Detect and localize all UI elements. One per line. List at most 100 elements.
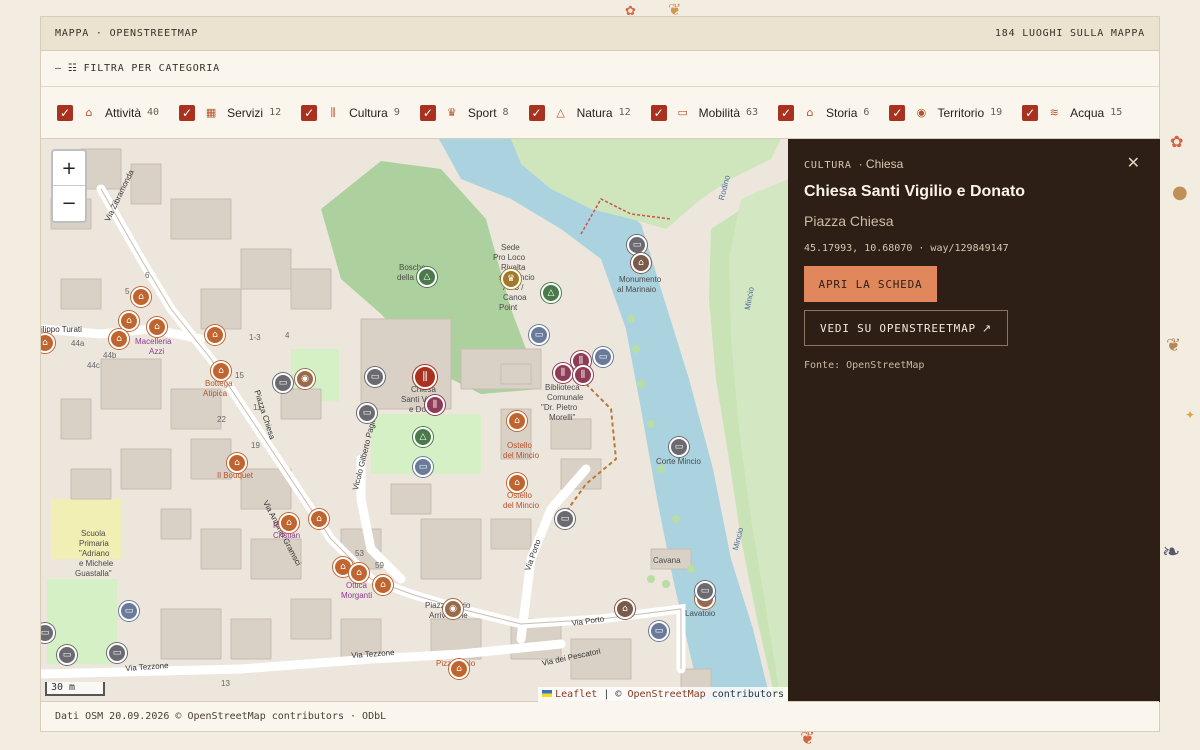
tree-icon: △ (556, 106, 565, 119)
map-marker[interactable]: △ (541, 283, 561, 303)
leaflet-link[interactable]: Leaflet (555, 689, 597, 700)
map-marker[interactable]: ⌂ (507, 411, 527, 431)
map-marker[interactable]: ▭ (273, 373, 293, 393)
category-filter-7[interactable]: ✓ ◉ Territorio 19 (889, 104, 1003, 121)
map-marker[interactable]: ⫼ (553, 363, 573, 383)
checkbox[interactable]: ✓ (179, 104, 196, 121)
checkbox[interactable]: ✓ (1022, 104, 1039, 121)
category-label: CULTURA (804, 160, 852, 171)
map-marker[interactable]: ♛ (501, 269, 521, 289)
map-marker[interactable]: ⌂ (205, 325, 225, 345)
place-label: Sede (501, 243, 520, 252)
view-osm-button[interactable]: VEDI SU OPENSTREETMAP ↗ (804, 310, 1008, 346)
checkbox[interactable]: ✓ (528, 104, 545, 121)
category-count: 6 (863, 107, 870, 118)
map-marker[interactable]: ⫼ (573, 365, 593, 385)
map-marker[interactable]: ◉ (443, 599, 463, 619)
leaf-decoration: ❦ (1166, 335, 1182, 356)
map-marker[interactable]: ⌂ (131, 287, 151, 307)
map-marker[interactable]: ⌂ (373, 575, 393, 595)
map-marker[interactable]: ▭ (107, 643, 127, 663)
category-label: Natura (576, 105, 613, 120)
place-label: Morelli" (549, 413, 576, 422)
map-marker[interactable]: ▭ (119, 601, 139, 621)
map-marker[interactable]: ▭ (649, 621, 669, 641)
place-label: Biblioteca (545, 383, 580, 392)
map-marker[interactable]: ⌂ (279, 513, 299, 533)
map-tiles (41, 139, 788, 702)
checkbox[interactable]: ✓ (57, 104, 73, 121)
place-label: Azzi (149, 347, 165, 356)
place-coordinates: 45.17993, 10.68070 · way/129849147 (804, 243, 1009, 254)
map-marker[interactable]: ⌂ (211, 361, 231, 381)
category-filter-2[interactable]: ✓ ⫼ Cultura 9 (301, 104, 400, 121)
map-marker[interactable]: ⌂ (147, 317, 167, 337)
category-label: Acqua (1070, 105, 1105, 120)
map-marker[interactable]: ▭ (413, 457, 433, 477)
external-link-icon: ↗ (981, 321, 992, 335)
map-marker[interactable]: ⌂ (615, 599, 635, 619)
place-label: Monumento (619, 275, 662, 284)
place-label: e Michele (79, 559, 114, 568)
footer: Dati OSM 20.09.2026 © OpenStreetMap cont… (41, 701, 1159, 731)
category-label: Territorio (937, 105, 985, 120)
map-marker[interactable]: △ (417, 267, 437, 287)
category-filter-8[interactable]: ✓ ≋ Acqua 15 (1022, 104, 1122, 121)
zoom-out-button[interactable]: − (53, 186, 85, 221)
place-label: Pro Loco (493, 253, 526, 262)
osm-link[interactable]: OpenStreetMap (627, 689, 705, 700)
books-icon: ⫼ (330, 105, 336, 119)
category-filter-0[interactable]: ✓ ⌂ Attività 40 (57, 104, 159, 121)
category-count: 63 (746, 107, 759, 118)
map-marker[interactable]: ⌂ (109, 329, 129, 349)
category-filter-4[interactable]: ✓ △ Natura 12 (528, 104, 631, 121)
place-label: Canoa (503, 293, 527, 302)
checkbox[interactable]: ✓ (650, 104, 667, 121)
leaf-decoration: ❧ (1162, 540, 1181, 565)
map-marker[interactable]: ◉ (295, 369, 315, 389)
attrib-sep: | (603, 689, 610, 700)
house-number: 19 (251, 441, 260, 450)
map-marker[interactable]: ▭ (57, 645, 77, 665)
map-marker[interactable]: ▭ (627, 235, 647, 255)
map-marker[interactable]: ⌂ (227, 453, 247, 473)
checkbox[interactable]: ✓ (419, 104, 436, 121)
zoom-in-button[interactable]: + (53, 151, 85, 186)
map-marker[interactable]: ▭ (695, 581, 715, 601)
map-marker[interactable]: ▭ (529, 325, 549, 345)
category-count: 19 (990, 107, 1003, 118)
house-number: 4 (285, 331, 290, 340)
map-attribution: Leaflet | © OpenStreetMap contributors (538, 687, 788, 702)
open-details-button[interactable]: APRI LA SCHEDA (804, 266, 937, 302)
map-marker[interactable]: ⌂ (119, 311, 139, 331)
category-filter-6[interactable]: ✓ ⌂ Storia 6 (778, 104, 870, 121)
map-canvas[interactable]: Via Zibramonda ilippo Turati Piazza Chiesa… (41, 139, 788, 702)
checkbox[interactable]: ✓ (889, 104, 906, 121)
category-label: Attività (105, 105, 142, 120)
map-marker[interactable]: ▭ (669, 437, 689, 457)
map-marker[interactable]: △ (413, 427, 433, 447)
map-marker[interactable]: ▭ (555, 509, 575, 529)
map-marker[interactable]: ▭ (365, 367, 385, 387)
map-marker[interactable]: ▭ (357, 403, 377, 423)
filter-toggle[interactable]: – ☷ FILTRA PER CATEGORIA (41, 51, 1159, 87)
filter-label: FILTRA PER CATEGORIA (83, 63, 221, 74)
category-filter-1[interactable]: ✓ ▦ Servizi 12 (179, 104, 281, 121)
map-marker[interactable]: ⫼ (425, 395, 445, 415)
map-marker[interactable]: ⌂ (309, 509, 329, 529)
map-marker[interactable]: ⌂ (631, 253, 651, 273)
map-marker[interactable]: ⌂ (449, 659, 469, 679)
places-count: 184 LUOGHI SULLA MAPPA (994, 28, 1145, 39)
building-icon: ▦ (205, 106, 217, 119)
map-marker[interactable]: ⫼ (413, 365, 437, 389)
category-filter-5[interactable]: ✓ ▭ Mobilità 63 (650, 104, 759, 121)
close-icon[interactable]: ✕ (1127, 153, 1140, 172)
house-number: 44c (87, 361, 100, 370)
map-marker[interactable]: ▭ (593, 347, 613, 367)
place-label: Macelleria (135, 337, 172, 346)
map-marker[interactable]: ⌂ (349, 563, 369, 583)
checkbox[interactable]: ✓ (778, 104, 795, 121)
checkbox[interactable]: ✓ (301, 104, 318, 121)
map-marker[interactable]: ⌂ (507, 473, 527, 493)
category-filter-3[interactable]: ✓ ♛ Sport 8 (419, 104, 509, 121)
